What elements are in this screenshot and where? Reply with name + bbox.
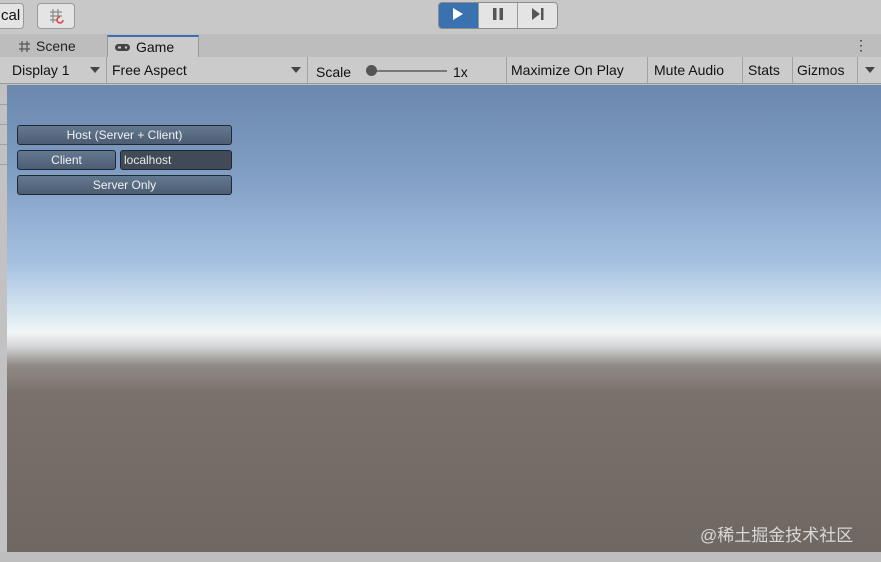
more-options-icon[interactable]: ⋮: [854, 37, 868, 53]
maximize-on-play-toggle[interactable]: Maximize On Play: [507, 57, 648, 83]
main-toolbar: cal: [0, 0, 881, 34]
gizmos-toggle[interactable]: Gizmos: [793, 57, 858, 83]
playback-controls: [438, 2, 558, 29]
aspect-dropdown-label: Free Aspect: [112, 62, 187, 78]
pivot-local-button[interactable]: cal: [0, 3, 24, 29]
divider: [0, 124, 7, 125]
play-icon: [452, 7, 464, 24]
address-field[interactable]: localhost: [120, 150, 232, 170]
maximize-on-play-label: Maximize On Play: [511, 62, 624, 78]
divider: [0, 144, 7, 145]
divider: [0, 164, 7, 165]
scale-value: 1x: [453, 64, 468, 80]
view-tab-bar: Scene Game: [0, 34, 881, 57]
mute-audio-toggle[interactable]: Mute Audio: [648, 57, 743, 83]
gizmos-label: Gizmos: [797, 62, 845, 78]
grid-icon: [18, 40, 31, 53]
snap-settings-button[interactable]: [37, 3, 75, 29]
game-viewport[interactable]: Host (Server + Client) Client localhost …: [7, 85, 881, 552]
chevron-down-icon: [291, 67, 301, 73]
server-only-button[interactable]: Server Only: [17, 175, 232, 195]
display-dropdown-label: Display 1: [12, 62, 70, 78]
game-view-toolbar: Display 1 Free Aspect Scale 1x Maximize …: [0, 57, 881, 84]
pause-button[interactable]: [478, 3, 519, 28]
divider: [0, 104, 7, 105]
status-bar: [0, 552, 881, 562]
scale-slider-track[interactable]: [367, 70, 447, 72]
step-button[interactable]: [518, 3, 557, 28]
host-button[interactable]: Host (Server + Client): [17, 125, 232, 145]
tab-game-label: Game: [136, 39, 175, 55]
pause-icon: [492, 7, 504, 24]
grid-snap-icon: [48, 8, 66, 27]
tab-scene-label: Scene: [36, 38, 76, 54]
gamepad-icon: [114, 42, 131, 53]
client-button[interactable]: Client: [17, 150, 116, 170]
mute-audio-label: Mute Audio: [654, 62, 725, 78]
scale-slider-thumb[interactable]: [366, 65, 377, 76]
chevron-down-icon: [90, 67, 100, 73]
gizmos-dropdown[interactable]: [858, 57, 881, 83]
tab-game[interactable]: Game: [107, 35, 199, 57]
chevron-down-icon: [865, 67, 875, 73]
aspect-dropdown[interactable]: Free Aspect: [107, 57, 308, 83]
stats-toggle[interactable]: Stats: [743, 57, 793, 83]
play-button[interactable]: [439, 3, 479, 28]
step-icon: [531, 7, 545, 24]
scale-label: Scale: [316, 64, 352, 80]
hierarchy-panel-edge: [0, 85, 7, 555]
display-dropdown[interactable]: Display 1: [8, 57, 107, 83]
stats-label: Stats: [748, 62, 780, 78]
tab-scene[interactable]: Scene: [12, 35, 106, 57]
watermark: @稀土掘金技术社区: [700, 526, 854, 545]
